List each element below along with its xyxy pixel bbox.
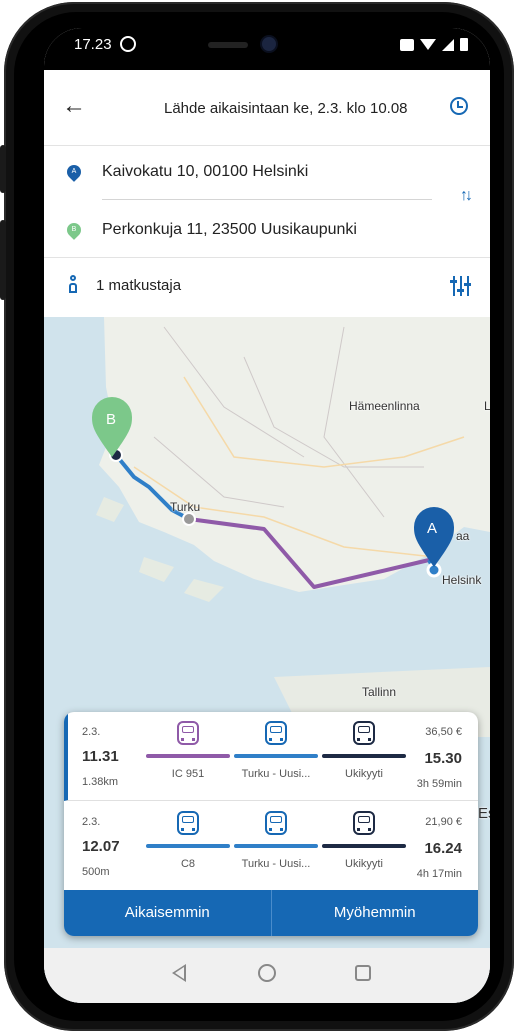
itinerary-row[interactable]: 2.3. 12.07 500m C8 Turku - Uusi... Ukiky…	[64, 802, 478, 892]
route-divider	[102, 199, 432, 200]
itinerary-row[interactable]: 2.3. 11.31 1.38km IC 951 Turku - Uusi...…	[64, 712, 478, 801]
status-icons	[400, 38, 468, 51]
pagination-bar: Aikaisemmin Myöhemmin	[64, 890, 478, 936]
leg-name: Turku - Uusi...	[241, 858, 311, 870]
map-label-tallinn: Tallinn	[362, 685, 397, 699]
camera-notch	[194, 28, 344, 66]
train-icon	[177, 721, 199, 745]
origin-pin-icon: A	[64, 162, 84, 182]
phone-side-button	[0, 145, 6, 193]
ondemand-bus-icon	[353, 721, 375, 745]
battery-icon	[460, 38, 468, 51]
phone-volume-button	[0, 220, 6, 300]
origin-field[interactable]: Kaivokatu 10, 00100 Helsinki	[102, 163, 308, 181]
passenger-count: 1 matkustaja	[96, 277, 182, 294]
itinerary-price: 21,90 €	[425, 816, 462, 828]
itinerary-arrive-time: 15.30	[424, 750, 462, 767]
leg-name: Turku - Uusi...	[241, 768, 311, 780]
itinerary-depart-time: 12.07	[82, 838, 120, 855]
destination-field[interactable]: Perkonkuja 11, 23500 Uusikaupunki	[102, 221, 357, 239]
map-label-vantaa: aa	[456, 529, 470, 543]
android-nav-bar	[44, 948, 490, 1003]
map-label-hameenlinna: Hämeenlinna	[349, 399, 420, 413]
later-button[interactable]: Myöhemmin	[272, 890, 479, 936]
leg-bar	[322, 754, 406, 758]
app-screen: 17.23 ← Lähde aikaisintaan ke, 2.3. klo …	[44, 28, 490, 1003]
leg-bar	[146, 754, 230, 758]
earlier-button[interactable]: Aikaisemmin	[64, 890, 272, 936]
filter-settings-icon[interactable]	[450, 275, 472, 297]
destination-pin-icon: B	[64, 220, 84, 240]
itinerary-date: 2.3.	[82, 726, 101, 738]
itinerary-duration: 3h 59min	[416, 778, 462, 790]
bus-icon	[177, 811, 199, 835]
destination-marker-label: B	[106, 411, 117, 428]
bus-icon	[265, 811, 287, 835]
person-icon	[68, 275, 78, 297]
itinerary-price: 36,50 €	[425, 726, 462, 738]
leg-bus: Turku - Uusi...	[234, 811, 318, 871]
whatsapp-icon	[120, 36, 136, 52]
bus-icon	[265, 721, 287, 745]
leg-bar	[234, 754, 318, 758]
map-label-edge: L	[484, 399, 490, 413]
transfer-dot-turku	[182, 512, 196, 526]
route-panel: A Kaivokatu 10, 00100 Helsinki B Perkonk…	[44, 145, 490, 258]
wifi-icon	[420, 39, 436, 50]
swap-route-icon[interactable]: ↑↓	[460, 187, 473, 205]
itinerary-duration: 4h 17min	[416, 868, 462, 880]
leg-name: C8	[180, 858, 196, 870]
map-label-estonia: Es	[478, 805, 490, 822]
leg-bus: Turku - Uusi...	[234, 721, 318, 781]
leg-ondemand: Ukikyyti	[322, 811, 406, 871]
speaker-icon	[208, 42, 248, 48]
leg-train: IC 951	[146, 721, 230, 781]
origin-marker-label: A	[427, 520, 438, 537]
map-label-turku: Turku	[170, 500, 201, 514]
passenger-row[interactable]: 1 matkustaja	[44, 257, 490, 317]
back-arrow-icon[interactable]: ←	[62, 92, 86, 120]
volte-icon	[400, 38, 414, 51]
itinerary-depart-time: 11.31	[82, 748, 119, 765]
app-header: ← Lähde aikaisintaan ke, 2.3. klo 10.08	[44, 70, 490, 146]
itinerary-walk-distance: 1.38km	[82, 776, 119, 788]
front-camera-icon	[262, 37, 276, 51]
status-bar: 17.23	[44, 28, 490, 70]
leg-bar	[146, 844, 230, 848]
map-label-helsinki: Helsink	[442, 573, 482, 587]
itinerary-results: 2.3. 11.31 1.38km IC 951 Turku - Uusi...…	[64, 712, 478, 936]
itinerary-arrive-time: 16.24	[424, 840, 462, 857]
leg-name: Ukikyyti	[345, 858, 383, 870]
status-time: 17.23	[74, 36, 112, 53]
nav-home-icon[interactable]	[258, 964, 276, 982]
leg-bus: C8	[146, 811, 230, 871]
leg-bar	[322, 844, 406, 848]
nav-recents-icon[interactable]	[355, 965, 371, 981]
leg-bar	[234, 844, 318, 848]
clock-icon[interactable]	[450, 97, 468, 115]
leg-name: Ukikyyti	[345, 768, 383, 780]
nav-back-icon[interactable]	[172, 964, 186, 982]
signal-icon	[442, 38, 454, 51]
itinerary-walk-distance: 500m	[82, 866, 110, 878]
leg-name: IC 951	[171, 768, 205, 780]
departure-time-text[interactable]: Lähde aikaisintaan ke, 2.3. klo 10.08	[164, 100, 408, 117]
ondemand-bus-icon	[353, 811, 375, 835]
itinerary-date: 2.3.	[82, 816, 101, 828]
leg-ondemand: Ukikyyti	[322, 721, 406, 781]
